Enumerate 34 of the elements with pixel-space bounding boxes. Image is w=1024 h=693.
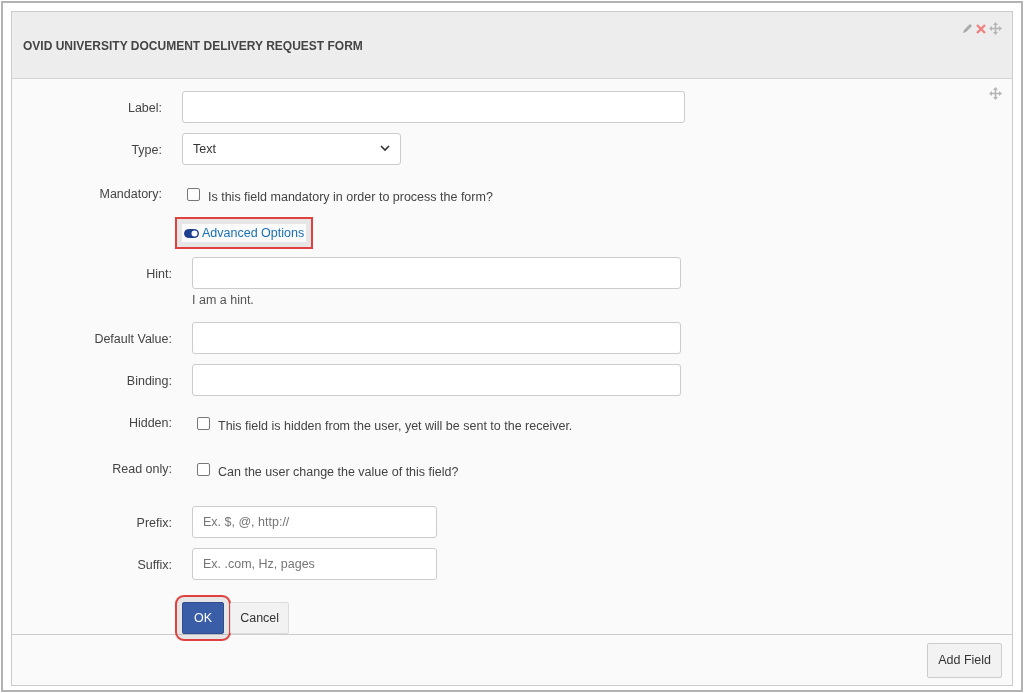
panel-title: OVID UNIVERSITY DOCUMENT DELIVERY REQUEST FORM	[23, 37, 363, 55]
toggle-icon	[184, 228, 199, 238]
add-field-button[interactable]: Add Field	[927, 642, 1002, 678]
move-icon[interactable]	[989, 86, 1002, 100]
close-icon[interactable]	[976, 23, 986, 34]
advanced-options-link[interactable]: Advanced Options	[182, 223, 307, 243]
text-field[interactable]	[192, 364, 681, 397]
chevron-down-icon	[380, 145, 390, 153]
checkbox-label: Is this field mandatory in order to process the form?	[208, 188, 493, 206]
checkbox-label: This field is hidden from the user, yet will be sent to the receiver.	[218, 418, 573, 436]
text-field[interactable]: Ex. $, @, http://	[192, 505, 437, 538]
text-field[interactable]	[182, 90, 685, 123]
hint-text: I am a hint.	[192, 292, 255, 310]
text-field[interactable]: Ex. .com, Hz, pages	[192, 547, 437, 580]
checkbox[interactable]	[197, 417, 210, 431]
field-label: Label:	[126, 99, 163, 117]
move-icon[interactable]	[989, 22, 1002, 35]
field-label: Prefix:	[135, 514, 173, 532]
type-dropdown[interactable]: Text	[182, 132, 401, 165]
field-label: Default Value:	[93, 331, 173, 349]
cancel-button[interactable]: Cancel	[230, 601, 290, 635]
checkbox[interactable]	[187, 187, 200, 201]
checkbox-label: Can the user change the value of this field?	[218, 463, 459, 481]
field-label: Read only:	[111, 460, 173, 478]
text-field[interactable]	[192, 322, 681, 355]
field-label: Type:	[130, 141, 163, 159]
field-label: Binding:	[125, 373, 173, 391]
checkbox[interactable]	[197, 462, 210, 476]
field-label: Suffix:	[136, 556, 173, 574]
field-label: Mandatory:	[98, 185, 163, 203]
text-field[interactable]	[192, 257, 681, 290]
field-label: Hidden:	[127, 415, 173, 433]
field-label: Hint:	[145, 266, 173, 284]
pencil-icon[interactable]	[962, 23, 973, 34]
